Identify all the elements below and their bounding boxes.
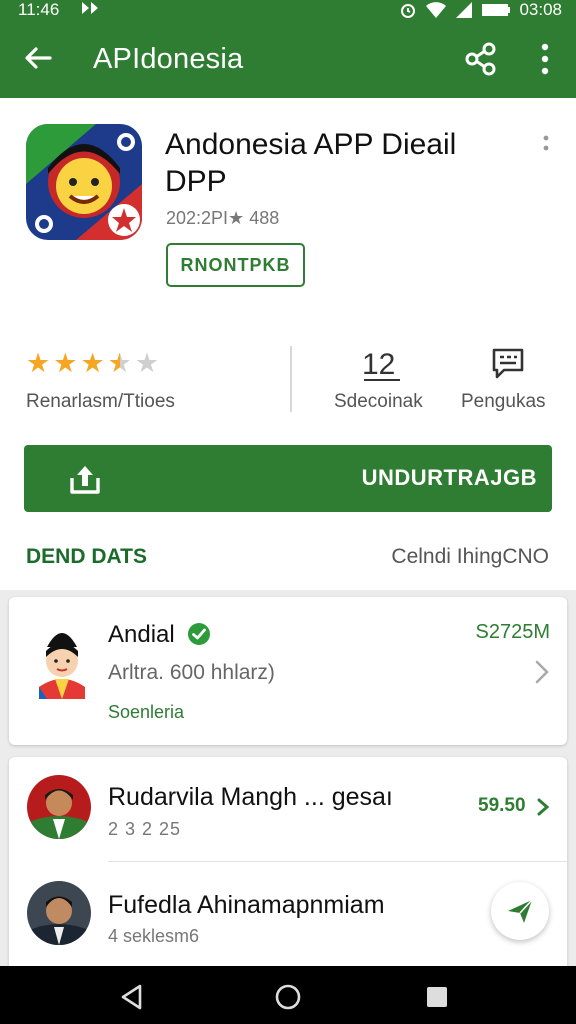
page-title: APIdonesia	[93, 43, 244, 75]
send-fab[interactable]	[491, 882, 549, 940]
star-icon: ★	[53, 348, 78, 378]
arrow-left-icon[interactable]	[22, 42, 54, 74]
section-title: DEND DATS	[26, 545, 147, 568]
install-button-label: UNDURTRAJGB	[361, 465, 537, 490]
person-value: 59.50	[478, 795, 526, 816]
signal-icon	[456, 2, 473, 18]
app-title: Andonesia APP Dieail DPP	[165, 128, 457, 198]
section-action[interactable]: Celndi IhingCNO	[391, 545, 549, 569]
star-icon: ★	[80, 348, 105, 378]
list-divider	[108, 861, 567, 862]
install-button[interactable]: UNDURTRAJGB	[24, 445, 552, 512]
developer-link[interactable]: Soenleria	[108, 702, 184, 723]
people-list-card: Rudarvila Mangh ... gesaı 2 3 2 25 59.50…	[9, 757, 567, 987]
app-tag-chip[interactable]: RNONTPKB	[166, 243, 305, 287]
chevron-right-icon[interactable]	[536, 797, 550, 817]
stat-icon-value: 12	[362, 348, 395, 381]
status-clock-right: 03:08	[519, 0, 562, 19]
nav-home-icon[interactable]	[274, 983, 302, 1011]
upload-icon	[70, 466, 100, 494]
rating-stars: ★ ★ ★ ★ ★	[26, 350, 159, 377]
more-vert-icon[interactable]	[534, 42, 556, 76]
battery-icon	[482, 4, 511, 16]
half-star-icon: ★	[107, 348, 132, 378]
app-detail-header: Andonesia APP Dieail DPP 202:2PI★ 488 RN…	[0, 98, 576, 590]
star-icon: ★	[26, 348, 51, 378]
alarm-icon	[401, 4, 416, 18]
download-count-icon: 12	[362, 348, 400, 381]
app-header-bar: 11:46 03:08 APIdonesia	[0, 0, 576, 98]
developer-value: S2725M	[475, 621, 551, 643]
nav-recents-icon[interactable]	[426, 986, 448, 1008]
app-logo-icon	[26, 124, 142, 240]
person-sub: 4 seklesm6	[108, 926, 200, 946]
developer-name: Andial	[108, 621, 175, 648]
status-right: 03:08	[399, 0, 562, 20]
share-icon[interactable]	[464, 42, 498, 76]
stats-divider	[290, 346, 292, 412]
person-name: Rudarvila Mangh ... gesaı	[108, 783, 393, 811]
notification-icon	[82, 2, 98, 14]
wifi-icon	[426, 2, 447, 18]
person-name: Fufedla Ahinamapnmiam	[108, 891, 385, 919]
send-icon	[508, 899, 533, 923]
status-bar: 11:46 03:08	[0, 0, 576, 22]
avatar[interactable]	[27, 775, 91, 839]
nav-back-icon[interactable]	[118, 983, 146, 1011]
chevron-right-icon[interactable]	[533, 659, 551, 685]
app-meta: 202:2PI★ 488	[166, 208, 280, 228]
developer-card[interactable]: Andial Arltra. 600 hhlarz) Soenleria S27…	[9, 597, 567, 745]
system-nav-bar	[0, 966, 576, 1024]
person-sub: 2 3 2 25	[108, 819, 182, 839]
stat-label-reviews: Pengukas	[461, 391, 546, 412]
developer-subtitle: Arltra. 600 hhlarz)	[108, 661, 275, 684]
verified-check-icon	[188, 623, 210, 645]
star-empty-icon: ★	[134, 348, 160, 378]
overflow-menu-icon[interactable]	[538, 134, 554, 158]
avatar[interactable]	[27, 881, 91, 945]
avatar	[39, 633, 85, 699]
rating-label: Renarlasm/Ttioes	[26, 391, 175, 412]
status-time: 11:46	[18, 0, 60, 19]
stat-label-downloads: Sdecoinak	[334, 391, 423, 412]
comment-icon	[492, 348, 524, 379]
